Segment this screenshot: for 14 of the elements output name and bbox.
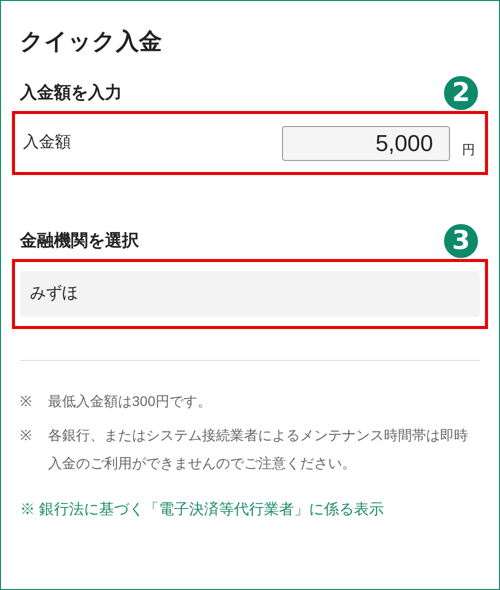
note-text: 最低入金額は300円です。 [48, 392, 212, 411]
page-title: クイック入金 [20, 27, 163, 56]
section-heading: 金融機関を選択 [20, 230, 139, 252]
note-text: 各銀行、またはシステム接続業者によるメンテナンス時間帯は即時入金のご利用ができませんのでご注意ください。 [48, 426, 469, 473]
field-label: 入金額 [23, 132, 71, 153]
note-mark: ※ [20, 426, 33, 445]
amount-field[interactable]: 5,000 [282, 126, 450, 160]
currency-unit: 円 [462, 141, 475, 160]
bank-option[interactable]: みずほ [20, 271, 480, 317]
note-mark: ※ [20, 392, 33, 411]
disclosure-link[interactable]: ※ 銀行法に基づく「電子決済等代行業者」に係る表示 [20, 499, 384, 522]
step-badge: 3 [444, 224, 478, 258]
step-badge: 2 [444, 76, 478, 110]
section-heading: 入金額を入力 [20, 82, 122, 104]
